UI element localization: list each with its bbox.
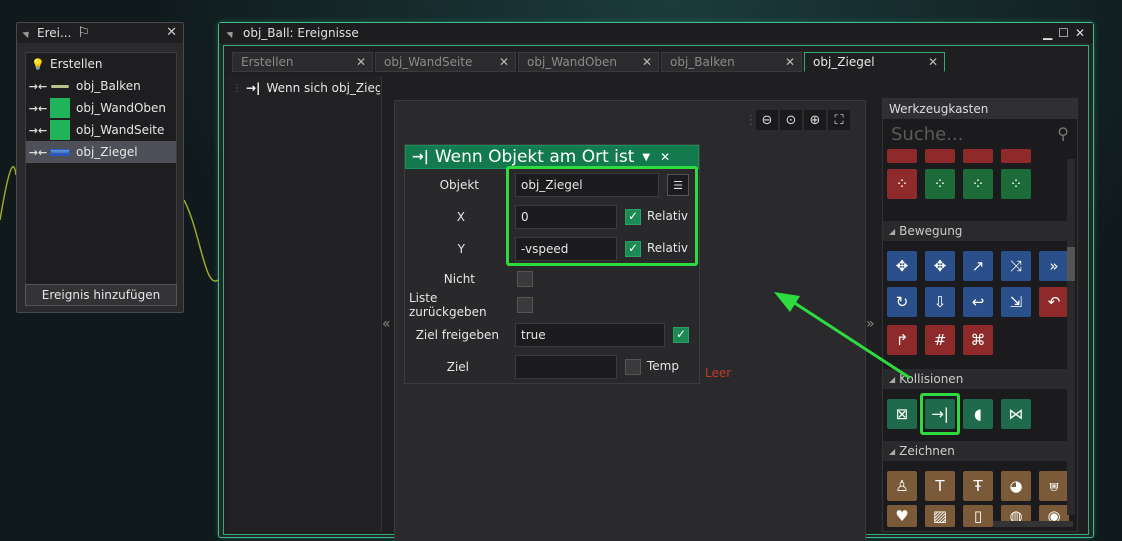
annotation-arrow [774, 292, 911, 380]
